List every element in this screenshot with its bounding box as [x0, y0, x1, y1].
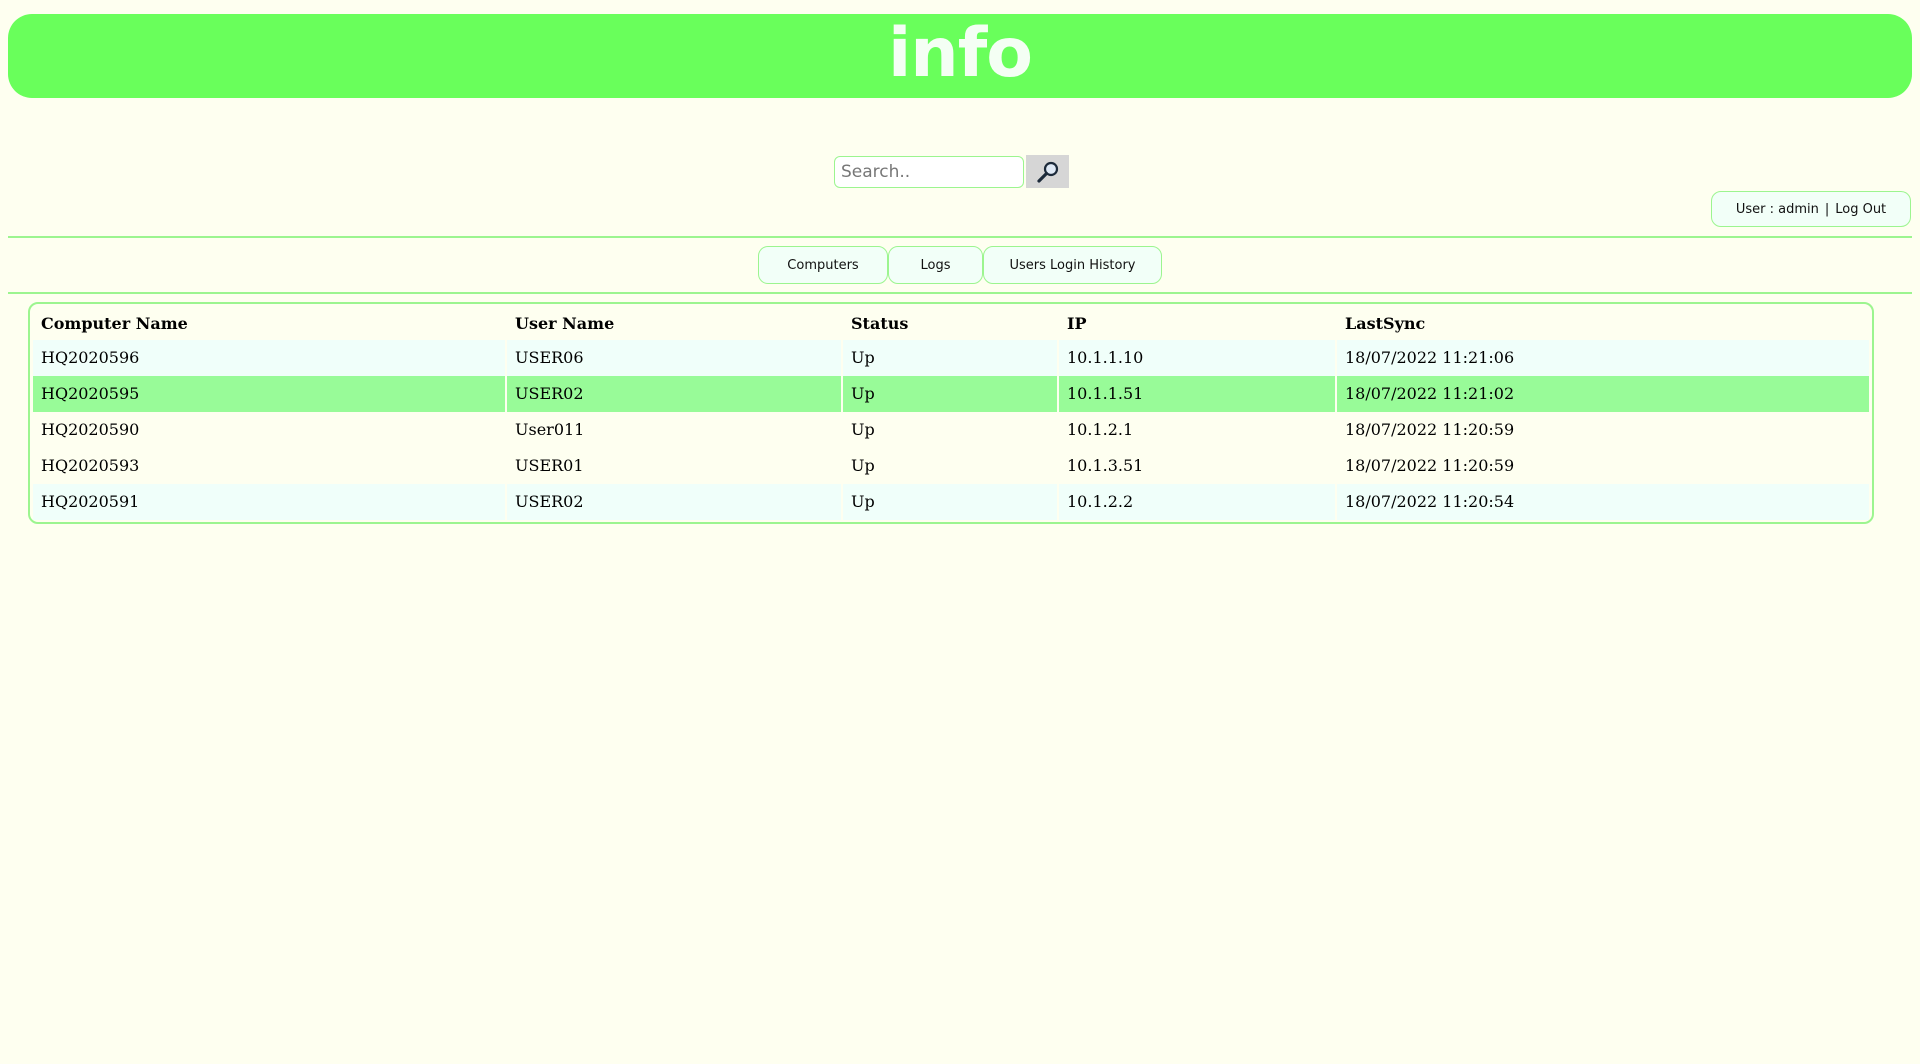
- divider-top: [8, 236, 1912, 238]
- cell-ip: 10.1.1.10: [1059, 340, 1335, 376]
- cell-computer-name: HQ2020593: [33, 448, 505, 484]
- user-label: User : admin: [1735, 201, 1819, 217]
- cell-user-name: User011: [507, 412, 841, 448]
- magnifier-icon: [1036, 161, 1058, 183]
- cell-computer-name: HQ2020595: [33, 376, 505, 412]
- user-separator: |: [1824, 201, 1830, 217]
- cell-status: Up: [843, 376, 1057, 412]
- table-row[interactable]: HQ2020591 USER02 Up 10.1.2.2 18/07/2022 …: [33, 484, 1869, 520]
- cell-computer-name: HQ2020596: [33, 340, 505, 376]
- divider-bottom: [8, 292, 1912, 294]
- column-header-ip[interactable]: IP: [1059, 306, 1335, 340]
- table-header-row: Computer Name User Name Status IP LastSy…: [33, 306, 1869, 340]
- app-logo: info: [887, 14, 1033, 93]
- table-row[interactable]: HQ2020593 USER01 Up 10.1.3.51 18/07/2022…: [33, 448, 1869, 484]
- tab-computers[interactable]: Computers: [758, 246, 888, 284]
- user-panel: User : admin | Log Out: [1711, 191, 1911, 227]
- search-bar: [834, 155, 1069, 188]
- cell-ip: 10.1.2.2: [1059, 484, 1335, 520]
- search-input[interactable]: [834, 155, 1024, 188]
- cell-computer-name: HQ2020591: [33, 484, 505, 520]
- app-header: info: [8, 14, 1912, 98]
- cell-ip: 10.1.1.51: [1059, 376, 1335, 412]
- computers-table-container: Computer Name User Name Status IP LastSy…: [28, 302, 1874, 524]
- cell-ip: 10.1.2.1: [1059, 412, 1335, 448]
- logout-link[interactable]: Log Out: [1835, 202, 1886, 217]
- column-header-computer-name[interactable]: Computer Name: [33, 306, 505, 340]
- cell-user-name: USER01: [507, 448, 841, 484]
- cell-lastsync: 18/07/2022 11:20:59: [1337, 412, 1869, 448]
- column-header-user-name[interactable]: User Name: [507, 306, 841, 340]
- cell-status: Up: [843, 448, 1057, 484]
- cell-ip: 10.1.3.51: [1059, 448, 1335, 484]
- cell-lastsync: 18/07/2022 11:21:02: [1337, 376, 1869, 412]
- cell-lastsync: 18/07/2022 11:20:54: [1337, 484, 1869, 520]
- column-header-status[interactable]: Status: [843, 306, 1057, 340]
- cell-status: Up: [843, 340, 1057, 376]
- search-button[interactable]: [1026, 155, 1069, 188]
- tab-users-login-history[interactable]: Users Login History: [983, 246, 1162, 284]
- table-row[interactable]: HQ2020590 User011 Up 10.1.2.1 18/07/2022…: [33, 412, 1869, 448]
- cell-user-name: USER06: [507, 340, 841, 376]
- column-header-lastsync[interactable]: LastSync: [1337, 306, 1869, 340]
- table-row-selected[interactable]: HQ2020595 USER02 Up 10.1.1.51 18/07/2022…: [33, 376, 1869, 412]
- cell-computer-name: HQ2020590: [33, 412, 505, 448]
- table-row[interactable]: HQ2020596 USER06 Up 10.1.1.10 18/07/2022…: [33, 340, 1869, 376]
- cell-lastsync: 18/07/2022 11:20:59: [1337, 448, 1869, 484]
- cell-user-name: USER02: [507, 376, 841, 412]
- nav-tabs: Computers Logs Users Login History: [758, 246, 1162, 284]
- cell-lastsync: 18/07/2022 11:21:06: [1337, 340, 1869, 376]
- cell-status: Up: [843, 484, 1057, 520]
- cell-status: Up: [843, 412, 1057, 448]
- tab-logs[interactable]: Logs: [888, 246, 983, 284]
- computers-table: Computer Name User Name Status IP LastSy…: [31, 306, 1871, 520]
- cell-user-name: USER02: [507, 484, 841, 520]
